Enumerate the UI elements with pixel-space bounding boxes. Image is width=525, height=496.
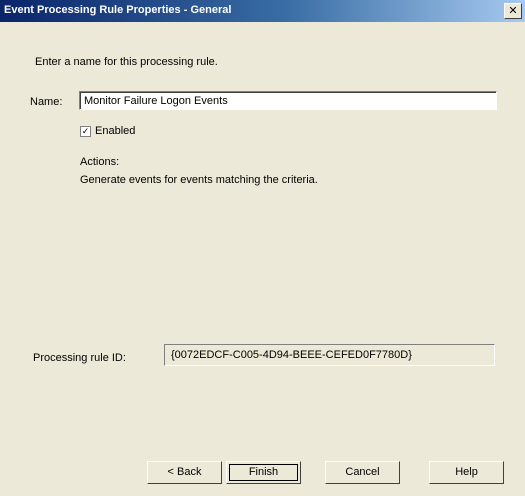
close-icon: ✕ (508, 5, 518, 17)
cancel-button[interactable]: Cancel (325, 461, 400, 484)
finish-button[interactable]: Finish (226, 461, 301, 484)
title-bar: Event Processing Rule Properties - Gener… (0, 0, 525, 22)
rule-id-label: Processing rule ID: (33, 352, 126, 364)
help-button[interactable]: Help (429, 461, 504, 484)
enabled-checkbox-row[interactable]: ✓ Enabled (80, 125, 135, 137)
actions-description: Generate events for events matching the … (80, 174, 318, 186)
enabled-label: Enabled (95, 125, 136, 137)
rule-id-field: {0072EDCF-C005-4D94-BEEE-CEFED0F7780D} (164, 344, 495, 366)
back-button[interactable]: < Back (147, 461, 222, 484)
actions-heading: Actions: (80, 156, 120, 168)
name-label: Name: (30, 96, 63, 108)
window-title: Event Processing Rule Properties - Gener… (4, 4, 232, 16)
close-button[interactable]: ✕ (504, 3, 522, 19)
checkmark-icon: ✓ (81, 125, 90, 136)
instruction-text: Enter a name for this processing rule. (35, 56, 218, 68)
enabled-checkbox[interactable]: ✓ (80, 125, 91, 137)
name-field[interactable] (79, 91, 497, 110)
